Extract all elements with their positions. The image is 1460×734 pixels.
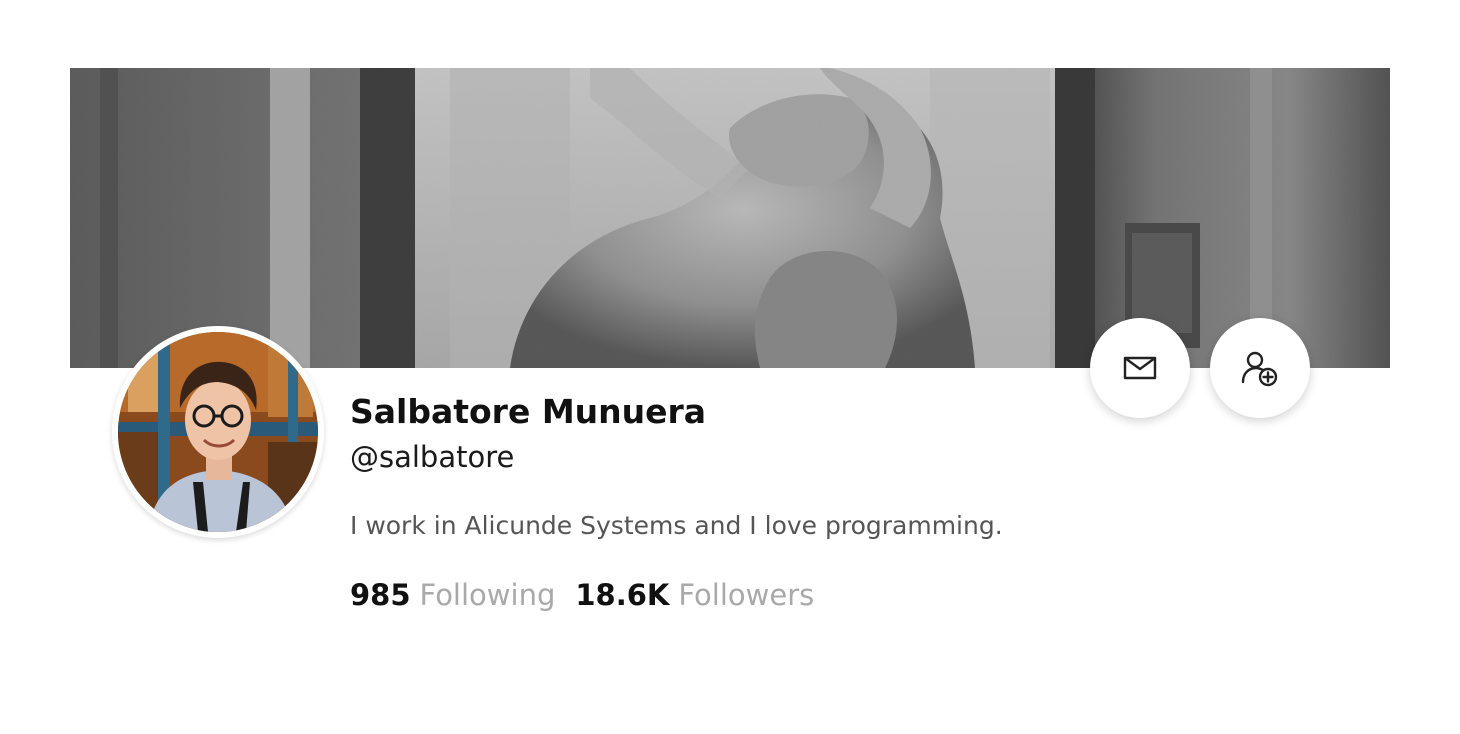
profile-name: Salbatore Munuera [350, 392, 707, 431]
followers-label: Followers [678, 578, 815, 612]
profile-stats: 985 Following 18.6K Followers [350, 578, 814, 612]
follow-button[interactable] [1210, 318, 1310, 418]
message-button[interactable] [1090, 318, 1190, 418]
profile-card: Salbatore Munuera @salbatore I work in A… [0, 0, 1460, 734]
following-stat[interactable]: 985 Following [350, 578, 555, 612]
followers-count: 18.6K [575, 578, 670, 612]
add-user-icon [1241, 349, 1279, 387]
banner-image [70, 68, 1390, 368]
followers-stat[interactable]: 18.6K Followers [575, 578, 814, 612]
profile-handle: @salbatore [350, 440, 515, 474]
following-count: 985 [350, 578, 411, 612]
profile-bio: I work in Alicunde Systems and I love pr… [350, 511, 1003, 540]
following-label: Following [419, 578, 556, 612]
avatar-photo [118, 332, 318, 532]
avatar[interactable] [112, 326, 324, 538]
envelope-icon [1123, 355, 1157, 381]
